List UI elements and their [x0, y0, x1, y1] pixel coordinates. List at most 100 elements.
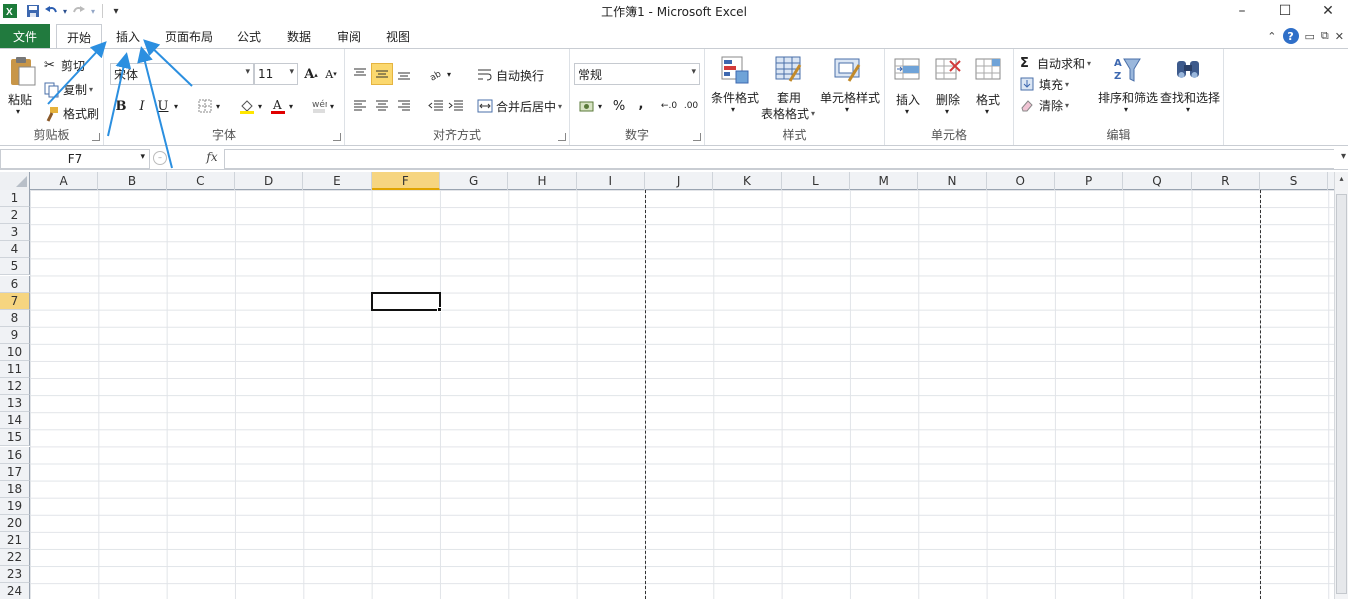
row-header-13[interactable]: 13 — [0, 395, 30, 413]
format-painter-button[interactable]: 格式刷 — [44, 105, 99, 122]
wrap-text-button[interactable]: 自动换行 — [477, 67, 544, 84]
cell-area[interactable] — [30, 190, 1334, 599]
find-select-button[interactable]: 查找和选择 — [1160, 89, 1220, 106]
column-header-q[interactable]: Q — [1123, 172, 1192, 190]
find-select-dropdown-icon[interactable]: ▾ — [1186, 105, 1190, 114]
column-header-m[interactable]: M — [850, 172, 919, 190]
bold-button[interactable]: B — [110, 95, 132, 117]
row-header-14[interactable]: 14 — [0, 412, 30, 430]
active-cell[interactable] — [370, 291, 441, 311]
paste-dropdown-icon[interactable]: ▾ — [16, 107, 20, 116]
column-header-h[interactable]: H — [508, 172, 577, 190]
row-header-2[interactable]: 2 — [0, 207, 30, 225]
sort-filter-dropdown-icon[interactable]: ▾ — [1124, 105, 1128, 114]
copy-button[interactable]: 复制 ▾ — [44, 81, 93, 98]
column-header-n[interactable]: N — [918, 172, 987, 190]
conditional-format-button[interactable]: 条件格式 — [711, 89, 759, 106]
paste-icon[interactable] — [7, 55, 37, 86]
worksheet-grid[interactable]: ABCDEFGHIJKLMNOPQRS 1 2 3 4 5 6 7 8 9 10 11 12 13 14 1… — [0, 172, 1334, 599]
font-launcher-icon[interactable] — [333, 133, 341, 141]
increase-decimal-icon[interactable]: ←.0 — [658, 95, 680, 117]
align-left-icon[interactable] — [349, 95, 371, 117]
row-header-16[interactable]: 16 — [0, 446, 30, 464]
vertical-scrollbar[interactable]: ▴ — [1334, 172, 1348, 599]
column-header-b[interactable]: B — [98, 172, 167, 190]
decrease-indent-icon[interactable] — [425, 95, 447, 117]
format-as-table-icon[interactable] — [774, 55, 804, 85]
cell-styles-icon[interactable] — [833, 55, 863, 85]
workbook-restore-icon[interactable]: ⧉ — [1321, 29, 1329, 43]
row-header-24[interactable]: 24 — [0, 583, 30, 599]
comma-button[interactable]: , — [630, 93, 652, 115]
column-header-f[interactable]: F — [371, 172, 440, 190]
insert-cells-dropdown-icon[interactable]: ▾ — [905, 107, 909, 116]
row-header-19[interactable]: 19 — [0, 497, 30, 515]
cell-styles-button[interactable]: 单元格样式 — [820, 89, 880, 106]
row-header-20[interactable]: 20 — [0, 514, 30, 532]
row-header-8[interactable]: 8 — [0, 309, 30, 327]
align-center-icon[interactable] — [371, 95, 393, 117]
row-header-18[interactable]: 18 — [0, 480, 30, 498]
tab-view[interactable]: 视图 — [377, 24, 419, 48]
accounting-dropdown-icon[interactable]: ▾ — [594, 95, 606, 117]
clipboard-launcher-icon[interactable] — [92, 133, 100, 141]
column-header-e[interactable]: E — [303, 172, 372, 190]
shrink-font-button[interactable]: A ▾ — [320, 63, 342, 85]
row-header-7[interactable]: 7 — [0, 292, 30, 310]
row-header-4[interactable]: 4 — [0, 241, 30, 259]
column-header-s[interactable]: S — [1260, 172, 1329, 190]
borders-dropdown-icon[interactable]: ▾ — [212, 95, 224, 117]
column-header-j[interactable]: J — [645, 172, 714, 190]
row-header-22[interactable]: 22 — [0, 549, 30, 567]
cut-button[interactable]: ✂ 剪切 — [44, 57, 85, 74]
format-cells-dropdown-icon[interactable]: ▾ — [985, 107, 989, 116]
workbook-close-icon[interactable]: ✕ — [1335, 30, 1344, 43]
column-header-p[interactable]: P — [1055, 172, 1124, 190]
delete-cells-button[interactable]: 删除 — [936, 91, 960, 108]
number-launcher-icon[interactable] — [693, 133, 701, 141]
sort-filter-button[interactable]: 排序和筛选 — [1098, 89, 1158, 106]
maximize-button[interactable]: ☐ — [1263, 0, 1307, 22]
increase-indent-icon[interactable] — [445, 95, 467, 117]
tab-data[interactable]: 数据 — [278, 24, 320, 48]
minimize-ribbon-icon[interactable]: ⌃ — [1267, 30, 1276, 43]
column-header-i[interactable]: I — [577, 172, 645, 190]
row-header-3[interactable]: 3 — [0, 224, 30, 242]
tab-review[interactable]: 审阅 — [328, 24, 370, 48]
grow-font-button[interactable]: A ▴ — [300, 63, 322, 85]
column-header-r[interactable]: R — [1192, 172, 1260, 190]
italic-button[interactable]: I — [131, 95, 153, 117]
row-header-1[interactable]: 1 — [0, 190, 30, 207]
delete-cells-dropdown-icon[interactable]: ▾ — [945, 107, 949, 116]
format-cells-button[interactable]: 格式 — [976, 91, 1000, 108]
minimize-button[interactable]: – — [1220, 0, 1264, 22]
fill-color-dropdown-icon[interactable]: ▾ — [254, 95, 266, 117]
autosum-button[interactable]: Σ 自动求和 ▾ — [1020, 55, 1091, 72]
row-header-5[interactable]: 5 — [0, 258, 30, 276]
align-top-icon[interactable] — [349, 63, 371, 85]
percent-button[interactable]: % — [608, 95, 630, 117]
tab-file[interactable]: 文件 — [0, 24, 50, 48]
align-middle-icon[interactable] — [371, 63, 393, 85]
column-header-k[interactable]: K — [713, 172, 782, 190]
workbook-minimize-icon[interactable]: ▭ — [1305, 30, 1315, 43]
tab-home[interactable]: 开始 — [56, 24, 102, 49]
expand-formula-icon[interactable]: ▾ — [1341, 151, 1346, 162]
find-select-icon[interactable] — [1174, 55, 1204, 85]
format-as-table-button[interactable]: 表格格式 ▾ — [761, 105, 815, 122]
close-button[interactable]: ✕ — [1306, 0, 1348, 22]
merge-center-button[interactable]: 合并后居中 ▾ — [477, 98, 562, 115]
column-header-a[interactable]: A — [30, 172, 99, 190]
column-header-g[interactable]: G — [440, 172, 509, 190]
help-icon[interactable]: ? — [1282, 28, 1299, 44]
row-header-21[interactable]: 21 — [0, 532, 30, 549]
formula-input[interactable] — [224, 149, 1334, 169]
paste-button[interactable]: 粘贴 — [8, 91, 32, 108]
font-color-dropdown-icon[interactable]: ▾ — [285, 95, 297, 117]
sort-filter-icon[interactable]: AZ — [1112, 55, 1142, 85]
clear-button[interactable]: 清除 ▾ — [1020, 97, 1069, 114]
decrease-decimal-icon[interactable]: .00 — [680, 95, 702, 117]
name-box[interactable]: F7 ▾ — [0, 149, 150, 169]
row-header-23[interactable]: 23 — [0, 566, 30, 584]
insert-cells-button[interactable]: 插入 — [896, 91, 920, 108]
